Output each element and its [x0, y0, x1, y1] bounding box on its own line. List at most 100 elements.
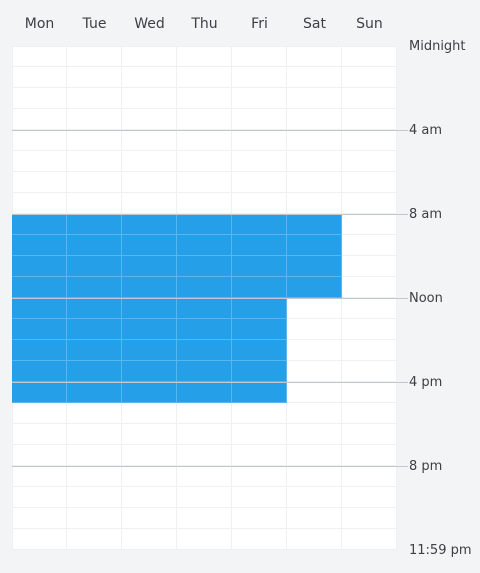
time-slot-cell[interactable]	[232, 172, 287, 193]
time-slot-cell[interactable]	[177, 67, 232, 88]
time-slot-cell[interactable]	[232, 298, 287, 319]
time-slot-cell[interactable]	[177, 151, 232, 172]
time-slot-cell[interactable]	[122, 403, 177, 424]
time-slot-cell[interactable]	[122, 193, 177, 214]
time-slot-cell[interactable]	[12, 382, 67, 403]
time-slot-cell[interactable]	[232, 319, 287, 340]
time-slot-cell[interactable]	[12, 403, 67, 424]
time-slot-cell[interactable]	[342, 172, 397, 193]
time-slot-cell[interactable]	[342, 88, 397, 109]
time-slot-cell[interactable]	[232, 508, 287, 529]
time-slot-cell[interactable]	[287, 487, 342, 508]
time-slot-cell[interactable]	[177, 361, 232, 382]
time-slot-cell[interactable]	[232, 109, 287, 130]
time-slot-cell[interactable]	[287, 466, 342, 487]
time-slot-cell[interactable]	[67, 529, 122, 550]
time-slot-cell[interactable]	[287, 130, 342, 151]
time-slot-cell[interactable]	[67, 361, 122, 382]
time-slot-cell[interactable]	[177, 340, 232, 361]
time-slot-cell[interactable]	[287, 172, 342, 193]
time-slot-cell[interactable]	[177, 487, 232, 508]
time-slot-cell[interactable]	[232, 445, 287, 466]
time-slot-cell[interactable]	[342, 403, 397, 424]
time-slot-cell[interactable]	[342, 214, 397, 235]
time-slot-cell[interactable]	[287, 46, 342, 67]
time-slot-cell[interactable]	[12, 46, 67, 67]
time-slot-cell[interactable]	[232, 487, 287, 508]
time-slot-cell[interactable]	[177, 529, 232, 550]
time-slot-cell[interactable]	[12, 67, 67, 88]
time-slot-cell[interactable]	[122, 256, 177, 277]
time-slot-cell[interactable]	[342, 46, 397, 67]
time-slot-cell[interactable]	[67, 487, 122, 508]
time-slot-cell[interactable]	[67, 109, 122, 130]
time-slot-cell[interactable]	[12, 529, 67, 550]
time-slot-cell[interactable]	[122, 298, 177, 319]
time-slot-cell[interactable]	[342, 445, 397, 466]
time-slot-cell[interactable]	[122, 172, 177, 193]
time-slot-cell[interactable]	[232, 382, 287, 403]
time-slot-cell[interactable]	[122, 445, 177, 466]
time-slot-cell[interactable]	[177, 424, 232, 445]
time-slot-cell[interactable]	[287, 382, 342, 403]
time-slot-cell[interactable]	[177, 88, 232, 109]
time-slot-cell[interactable]	[12, 298, 67, 319]
time-slot-cell[interactable]	[232, 130, 287, 151]
time-slot-cell[interactable]	[342, 67, 397, 88]
time-slot-cell[interactable]	[342, 487, 397, 508]
time-slot-cell[interactable]	[287, 319, 342, 340]
time-slot-cell[interactable]	[67, 130, 122, 151]
time-slot-cell[interactable]	[287, 529, 342, 550]
time-slot-cell[interactable]	[287, 193, 342, 214]
time-slot-cell[interactable]	[287, 151, 342, 172]
time-slot-cell[interactable]	[342, 382, 397, 403]
time-slot-cell[interactable]	[122, 235, 177, 256]
time-slot-cell[interactable]	[67, 445, 122, 466]
time-slot-cell[interactable]	[67, 508, 122, 529]
time-slot-cell[interactable]	[342, 508, 397, 529]
time-slot-cell[interactable]	[67, 88, 122, 109]
time-slot-cell[interactable]	[67, 319, 122, 340]
time-slot-cell[interactable]	[232, 424, 287, 445]
time-slot-cell[interactable]	[12, 109, 67, 130]
time-slot-cell[interactable]	[67, 172, 122, 193]
time-slot-cell[interactable]	[12, 193, 67, 214]
time-slot-cell[interactable]	[122, 214, 177, 235]
time-slot-cell[interactable]	[12, 151, 67, 172]
time-slot-cell[interactable]	[67, 382, 122, 403]
time-slot-cell[interactable]	[67, 340, 122, 361]
time-slot-cell[interactable]	[67, 214, 122, 235]
time-slot-cell[interactable]	[287, 256, 342, 277]
time-slot-cell[interactable]	[67, 424, 122, 445]
time-slot-cell[interactable]	[232, 256, 287, 277]
time-slot-cell[interactable]	[232, 361, 287, 382]
time-slot-cell[interactable]	[12, 466, 67, 487]
time-slot-cell[interactable]	[287, 235, 342, 256]
time-slot-cell[interactable]	[232, 277, 287, 298]
time-slot-cell[interactable]	[177, 466, 232, 487]
time-slot-cell[interactable]	[177, 298, 232, 319]
time-slot-cell[interactable]	[12, 256, 67, 277]
time-slot-cell[interactable]	[12, 424, 67, 445]
time-slot-cell[interactable]	[67, 67, 122, 88]
time-slot-cell[interactable]	[287, 88, 342, 109]
time-slot-cell[interactable]	[122, 487, 177, 508]
time-slot-cell[interactable]	[177, 193, 232, 214]
time-slot-cell[interactable]	[177, 403, 232, 424]
time-slot-cell[interactable]	[177, 172, 232, 193]
time-slot-cell[interactable]	[342, 256, 397, 277]
time-slot-cell[interactable]	[12, 487, 67, 508]
time-slot-cell[interactable]	[67, 403, 122, 424]
time-slot-cell[interactable]	[122, 88, 177, 109]
time-slot-cell[interactable]	[287, 445, 342, 466]
time-slot-cell[interactable]	[342, 130, 397, 151]
time-slot-cell[interactable]	[122, 529, 177, 550]
time-slot-cell[interactable]	[122, 67, 177, 88]
time-slot-cell[interactable]	[342, 235, 397, 256]
time-slot-cell[interactable]	[67, 46, 122, 67]
time-slot-cell[interactable]	[67, 256, 122, 277]
time-slot-cell[interactable]	[342, 529, 397, 550]
time-slot-cell[interactable]	[287, 361, 342, 382]
time-slot-cell[interactable]	[287, 340, 342, 361]
time-slot-cell[interactable]	[12, 319, 67, 340]
